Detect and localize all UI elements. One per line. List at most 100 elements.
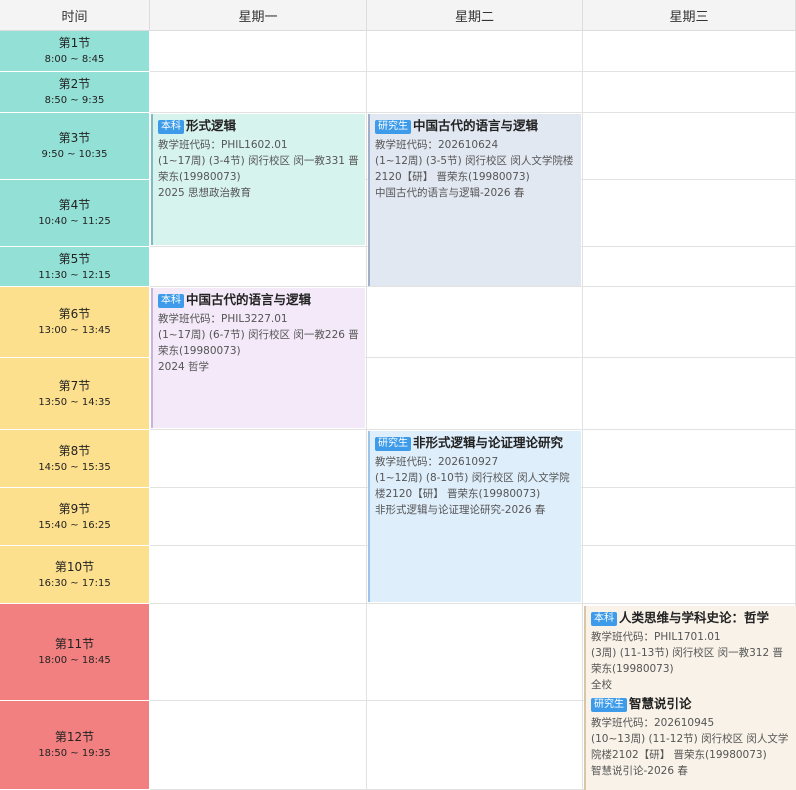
course-title: 研究生 非形式逻辑与论证理论研究 xyxy=(375,434,577,452)
slot-time: 18:50 ~ 19:35 xyxy=(38,748,111,759)
schedule-cell[interactable] xyxy=(583,488,796,546)
course-name: 人类思维与学科史论：哲学 xyxy=(619,610,770,625)
course-code: 教学班代码：202610927 xyxy=(375,456,499,468)
course-code: 教学班代码：PHIL1602.01 xyxy=(158,139,288,151)
schedule-cell[interactable] xyxy=(583,287,796,358)
course-title: 本科 形式逻辑 xyxy=(158,117,361,135)
course-code: 教学班代码：PHIL1701.01 xyxy=(591,631,721,643)
time-slot: 第11节 18:00 ~ 18:45 xyxy=(0,604,149,701)
course-name: 智慧说引论 xyxy=(629,696,692,711)
course-name: 形式逻辑 xyxy=(186,118,237,133)
course-detail: (1~12周) (3-5节) 闵行校区 闵人文学院楼2120【研】 晋荣东(19… xyxy=(375,155,574,183)
schedule-cell[interactable] xyxy=(150,430,367,488)
schedule-cell[interactable] xyxy=(583,113,796,180)
slot-time: 13:50 ~ 14:35 xyxy=(38,396,111,408)
slot-time: 16:30 ~ 17:15 xyxy=(38,577,111,589)
course-detail: (1~17周) (3-4节) 闵行校区 闵一教331 晋荣东(19980073) xyxy=(158,155,359,183)
schedule-cell[interactable] xyxy=(367,31,583,72)
slot-name: 第1节 xyxy=(58,36,91,50)
schedule-cell[interactable] xyxy=(583,31,796,72)
course-code: 教学班代码：PHIL3227.01 xyxy=(158,313,288,325)
schedule-cell[interactable] xyxy=(150,604,367,701)
course-tag: 研究生 xyxy=(591,698,627,712)
slot-name: 第9节 xyxy=(58,501,91,516)
course-title: 研究生 智慧说引论 xyxy=(591,695,792,713)
schedule-cell[interactable] xyxy=(583,358,796,430)
time-slot: 第1节 8:00 ~ 8:45 xyxy=(0,31,149,72)
course-code: 教学班代码：202610624 xyxy=(375,139,499,151)
schedule-cell[interactable] xyxy=(583,247,796,287)
course-card[interactable]: 本科 人类思维与学科史论：哲学 教学班代码：PHIL1701.01 (3周) (1… xyxy=(584,606,796,790)
course-extra: 智慧说引论-2026 春 xyxy=(591,765,688,777)
time-slot: 第12节 18:50 ~ 19:35 xyxy=(0,701,149,790)
slot-name: 第4节 xyxy=(58,198,91,212)
schedule-cell[interactable] xyxy=(583,546,796,604)
header-time: 时间 xyxy=(0,0,150,31)
course-detail: (3周) (11-13节) 闵行校区 闵一教312 晋荣东(19980073) xyxy=(591,647,783,675)
course-extra: 2024 哲学 xyxy=(158,361,210,373)
course-tag: 研究生 xyxy=(375,437,411,451)
schedule-cell[interactable] xyxy=(583,430,796,488)
slot-name: 第2节 xyxy=(58,77,91,91)
slot-name: 第12节 xyxy=(54,730,95,744)
course-tag: 本科 xyxy=(591,612,617,626)
course-tag: 本科 xyxy=(158,120,184,134)
course-extra: 中国古代的语言与逻辑-2026 春 xyxy=(375,187,525,199)
slot-time: 14:50 ~ 15:35 xyxy=(38,461,111,473)
course-title: 研究生 中国古代的语言与逻辑 xyxy=(375,117,577,135)
slot-name: 第7节 xyxy=(58,378,91,393)
slot-name: 第8节 xyxy=(58,443,91,458)
course-card[interactable]: 研究生 中国古代的语言与逻辑 教学班代码：202610624 (1~12周) (3… xyxy=(368,114,581,286)
course-title: 本科 中国古代的语言与逻辑 xyxy=(158,291,361,309)
slot-time: 11:30 ~ 12:15 xyxy=(38,269,111,281)
slot-name: 第6节 xyxy=(58,307,91,321)
schedule-cell[interactable] xyxy=(367,287,583,358)
schedule-cell[interactable] xyxy=(150,72,367,113)
time-slot: 第7节 13:50 ~ 14:35 xyxy=(0,358,149,430)
header-wednesday: 星期三 xyxy=(583,0,796,31)
schedule-cell[interactable] xyxy=(583,72,796,113)
slot-time: 8:50 ~ 9:35 xyxy=(44,95,105,106)
time-slot: 第5节 11:30 ~ 12:15 xyxy=(0,247,149,287)
slot-time: 8:00 ~ 8:45 xyxy=(44,54,105,65)
schedule-cell[interactable] xyxy=(367,358,583,430)
course-tag: 本科 xyxy=(158,294,184,308)
slot-time: 10:40 ~ 11:25 xyxy=(38,216,111,227)
slot-name: 第3节 xyxy=(58,131,91,145)
slot-time: 9:50 ~ 10:35 xyxy=(41,149,108,160)
course-detail: (1~12周) (8-10节) 闵行校区 闵人文学院楼2120【研】 晋荣东(1… xyxy=(375,472,570,500)
time-slot: 第2节 8:50 ~ 9:35 xyxy=(0,72,149,113)
schedule-cell[interactable] xyxy=(583,180,796,247)
course-code: 教学班代码：202610945 xyxy=(591,717,715,729)
schedule-cell[interactable] xyxy=(367,72,583,113)
course-tag: 研究生 xyxy=(375,120,411,134)
schedule-cell[interactable] xyxy=(150,488,367,546)
course-card[interactable]: 研究生 非形式逻辑与论证理论研究 教学班代码：202610927 (1~12周) … xyxy=(368,431,581,602)
schedule-cell[interactable] xyxy=(150,701,367,790)
slot-name: 第10节 xyxy=(54,559,95,574)
course-card[interactable]: 本科 形式逻辑 教学班代码：PHIL1602.01 (1~17周) (3-4节) … xyxy=(151,114,365,245)
timetable: 时间 星期一 星期二 星期三 第1节 8:00 ~ 8:45 第2节 8:50 ~ 9… xyxy=(0,0,796,790)
schedule-cell[interactable] xyxy=(150,546,367,604)
time-slot: 第6节 13:00 ~ 13:45 xyxy=(0,287,149,358)
header-monday: 星期一 xyxy=(150,0,367,31)
schedule-cell[interactable] xyxy=(367,701,583,790)
time-slot: 第10节 16:30 ~ 17:15 xyxy=(0,546,149,604)
time-slot: 第4节 10:40 ~ 11:25 xyxy=(0,180,149,247)
slot-name: 第11节 xyxy=(54,637,95,651)
course-name: 中国古代的语言与逻辑 xyxy=(186,292,312,307)
time-slot: 第9节 15:40 ~ 16:25 xyxy=(0,488,149,546)
course-extra: 全校 xyxy=(591,679,612,691)
course-extra: 非形式逻辑与论证理论研究-2026 春 xyxy=(375,504,546,516)
course-title: 本科 人类思维与学科史论：哲学 xyxy=(591,609,792,627)
schedule-cell[interactable] xyxy=(150,31,367,72)
course-name: 中国古代的语言与逻辑 xyxy=(413,118,539,133)
slot-time: 18:00 ~ 18:45 xyxy=(38,655,111,666)
course-detail: (10~13周) (11-12节) 闵行校区 闵人文学院楼2102【研】 晋荣东… xyxy=(591,733,789,761)
slot-time: 13:00 ~ 13:45 xyxy=(38,325,111,336)
course-detail: (1~17周) (6-7节) 闵行校区 闵一教226 晋荣东(19980073) xyxy=(158,329,359,357)
course-card[interactable]: 本科 中国古代的语言与逻辑 教学班代码：PHIL3227.01 (1~17周) (… xyxy=(151,288,365,428)
time-slot: 第8节 14:50 ~ 15:35 xyxy=(0,430,149,488)
schedule-cell[interactable] xyxy=(150,247,367,287)
schedule-cell[interactable] xyxy=(367,604,583,701)
